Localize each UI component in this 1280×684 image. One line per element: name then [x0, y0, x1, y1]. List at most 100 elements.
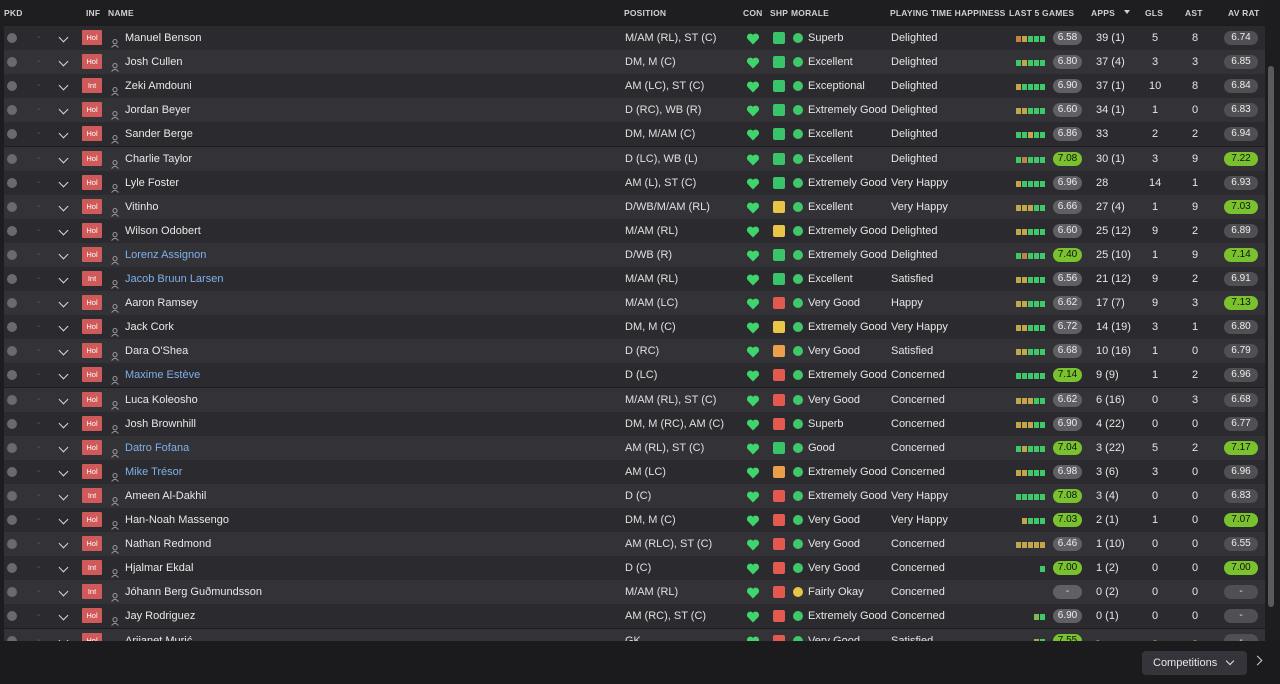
col-morale[interactable]: MORALE	[791, 8, 829, 18]
player-name[interactable]: Jack Cork	[125, 315, 174, 339]
player-name[interactable]: Maxime Estève	[125, 363, 200, 387]
competitions-dropdown[interactable]: Competitions	[1142, 651, 1247, 675]
player-name[interactable]: Josh Cullen	[125, 50, 182, 74]
chevron-down-icon[interactable]	[58, 610, 69, 621]
table-row[interactable]: - Hol Jay Rodriguez AM (RC), ST (C) Extremel…	[4, 604, 1265, 629]
player-name[interactable]: Vitinho	[125, 195, 158, 219]
picked-toggle[interactable]	[7, 466, 17, 477]
picked-toggle[interactable]	[7, 418, 17, 429]
picked-toggle[interactable]	[7, 490, 17, 501]
col-gls[interactable]: GLS	[1145, 8, 1163, 18]
picked-toggle[interactable]	[7, 105, 17, 116]
table-row[interactable]: - Hol Maxime Estève D (LC) Extremely Good Con…	[4, 363, 1265, 388]
table-row[interactable]: - Hol Arijanet Murić GK Very Good Satisfied 7.…	[4, 628, 1265, 642]
player-name[interactable]: Charlie Taylor	[125, 147, 192, 171]
player-name[interactable]: Zeki Amdouni	[125, 74, 192, 98]
col-name[interactable]: NAME	[108, 8, 134, 18]
chevron-down-icon[interactable]	[58, 104, 69, 115]
chevron-down-icon[interactable]	[58, 442, 69, 453]
table-row[interactable]: - Hol Sander Berge DM, M/AM (C) Excellent Del…	[4, 122, 1265, 147]
picked-toggle[interactable]	[7, 370, 17, 381]
table-row[interactable]: - Hol Datro Fofana AM (RL), ST (C) Good Conce…	[4, 435, 1265, 460]
col-av-rat[interactable]: AV RAT	[1228, 8, 1260, 18]
table-row[interactable]: - Hol Mike Trésor AM (LC) Extremely Good Conc…	[4, 459, 1265, 484]
chevron-down-icon[interactable]	[58, 466, 69, 477]
player-name[interactable]: Mike Trésor	[125, 460, 182, 484]
chevron-down-icon[interactable]	[58, 225, 69, 236]
table-row[interactable]: - Hol Josh Brownhill DM, M (RC), AM (C) Supe…	[4, 411, 1265, 436]
chevron-down-icon[interactable]	[58, 321, 69, 332]
player-name[interactable]: Jay Rodriguez	[125, 604, 195, 628]
chevron-down-icon[interactable]	[58, 418, 69, 429]
table-row[interactable]: - Int Hjalmar Ekdal D (C) Very Good Concerned…	[4, 556, 1265, 581]
col-apps[interactable]: APPS	[1091, 8, 1115, 18]
table-row[interactable]: - Int Jóhann Berg Guðmundsson M/AM (RL) Fair…	[4, 580, 1265, 605]
col-inf[interactable]: INF	[86, 8, 100, 18]
player-name[interactable]: Jóhann Berg Guðmundsson	[125, 580, 262, 604]
chevron-down-icon[interactable]	[58, 586, 69, 597]
player-name[interactable]: Arijanet Murić	[125, 629, 192, 642]
picked-toggle[interactable]	[7, 129, 17, 140]
picked-toggle[interactable]	[7, 394, 17, 405]
chevron-down-icon[interactable]	[58, 369, 69, 380]
table-row[interactable]: - Hol Luca Koleosho M/AM (RL), ST (C) Very G…	[4, 387, 1265, 412]
picked-toggle[interactable]	[7, 81, 17, 92]
player-name[interactable]: Dara O'Shea	[125, 339, 188, 363]
picked-toggle[interactable]	[7, 442, 17, 453]
table-row[interactable]: - Int Zeki Amdouni AM (LC), ST (C) Exception…	[4, 74, 1265, 99]
player-name[interactable]: Josh Brownhill	[125, 412, 196, 436]
table-row[interactable]: - Hol Jordan Beyer D (RC), WB (R) Extremely …	[4, 98, 1265, 123]
table-row[interactable]: - Hol Charlie Taylor D (LC), WB (L) Excellen…	[4, 146, 1265, 171]
picked-toggle[interactable]	[7, 322, 17, 333]
sort-desc-icon[interactable]	[1124, 10, 1130, 14]
picked-toggle[interactable]	[7, 274, 17, 284]
col-ast[interactable]: AST	[1185, 8, 1203, 18]
table-row[interactable]: - Hol Nathan Redmond AM (RLC), ST (C) Very G…	[4, 532, 1265, 557]
player-name[interactable]: Sander Berge	[125, 122, 193, 146]
player-name[interactable]: Jacob Bruun Larsen	[125, 267, 223, 291]
picked-toggle[interactable]	[7, 346, 17, 357]
player-name[interactable]: Hjalmar Ekdal	[125, 556, 193, 580]
picked-toggle[interactable]	[7, 57, 17, 68]
chevron-down-icon[interactable]	[58, 345, 69, 356]
chevron-down-icon[interactable]	[58, 80, 69, 91]
player-name[interactable]: Lorenz Assignon	[125, 243, 206, 267]
table-row[interactable]: - Hol Manuel Benson M/AM (RL), ST (C) Superb…	[4, 26, 1265, 50]
chevron-down-icon[interactable]	[58, 32, 69, 43]
chevron-down-icon[interactable]	[58, 514, 69, 525]
picked-toggle[interactable]	[7, 515, 17, 525]
picked-toggle[interactable]	[7, 249, 17, 260]
col-position[interactable]: POSITION	[624, 8, 666, 18]
chevron-down-icon[interactable]	[58, 490, 69, 501]
table-row[interactable]: - Int Ameen Al-Dakhil D (C) Extremely Good Ve…	[4, 483, 1265, 508]
player-name[interactable]: Aaron Ramsey	[125, 291, 198, 315]
table-row[interactable]: - Hol Josh Cullen DM, M (C) Excellent Delight…	[4, 50, 1265, 75]
player-name[interactable]: Wilson Odobert	[125, 219, 201, 243]
table-row[interactable]: - Hol Jack Cork DM, M (C) Extremely Good Very…	[4, 315, 1265, 340]
table-row[interactable]: - Hol Aaron Ramsey M/AM (LC) Very Good Happy 6…	[4, 291, 1265, 316]
col-shp[interactable]: SHP	[770, 8, 788, 18]
player-name[interactable]: Luca Koleosho	[125, 388, 198, 412]
table-row[interactable]: - Hol Wilson Odobert M/AM (RL) Extremely Goo…	[4, 218, 1265, 243]
scrollbar-thumb[interactable]	[1268, 66, 1274, 607]
col-pkd[interactable]: PKD	[4, 8, 23, 18]
table-row[interactable]: - Hol Lyle Foster AM (L), ST (C) Extremely G…	[4, 170, 1265, 195]
picked-toggle[interactable]	[7, 587, 17, 598]
player-name[interactable]: Ameen Al-Dakhil	[125, 484, 206, 508]
picked-toggle[interactable]	[7, 298, 17, 309]
picked-toggle[interactable]	[7, 153, 17, 164]
chevron-down-icon[interactable]	[58, 249, 69, 260]
table-row[interactable]: - Hol Han-Noah Massengo DM, M (C) Very Good V…	[4, 508, 1265, 532]
table-row[interactable]: - Hol Lorenz Assignon D/WB (R) Extremely Goo…	[4, 242, 1265, 267]
chevron-down-icon[interactable]	[58, 201, 69, 212]
table-row[interactable]: - Int Jacob Bruun Larsen M/AM (RL) Excellent…	[4, 267, 1265, 291]
chevron-down-icon[interactable]	[58, 562, 69, 573]
picked-toggle[interactable]	[7, 225, 17, 236]
player-name[interactable]: Jordan Beyer	[125, 98, 190, 122]
chevron-down-icon[interactable]	[58, 56, 69, 67]
picked-toggle[interactable]	[7, 563, 17, 574]
col-last5[interactable]: LAST 5 GAMES	[1009, 8, 1074, 18]
chevron-down-icon[interactable]	[58, 177, 69, 188]
picked-toggle[interactable]	[7, 177, 17, 188]
player-name[interactable]: Han-Noah Massengo	[125, 508, 229, 532]
